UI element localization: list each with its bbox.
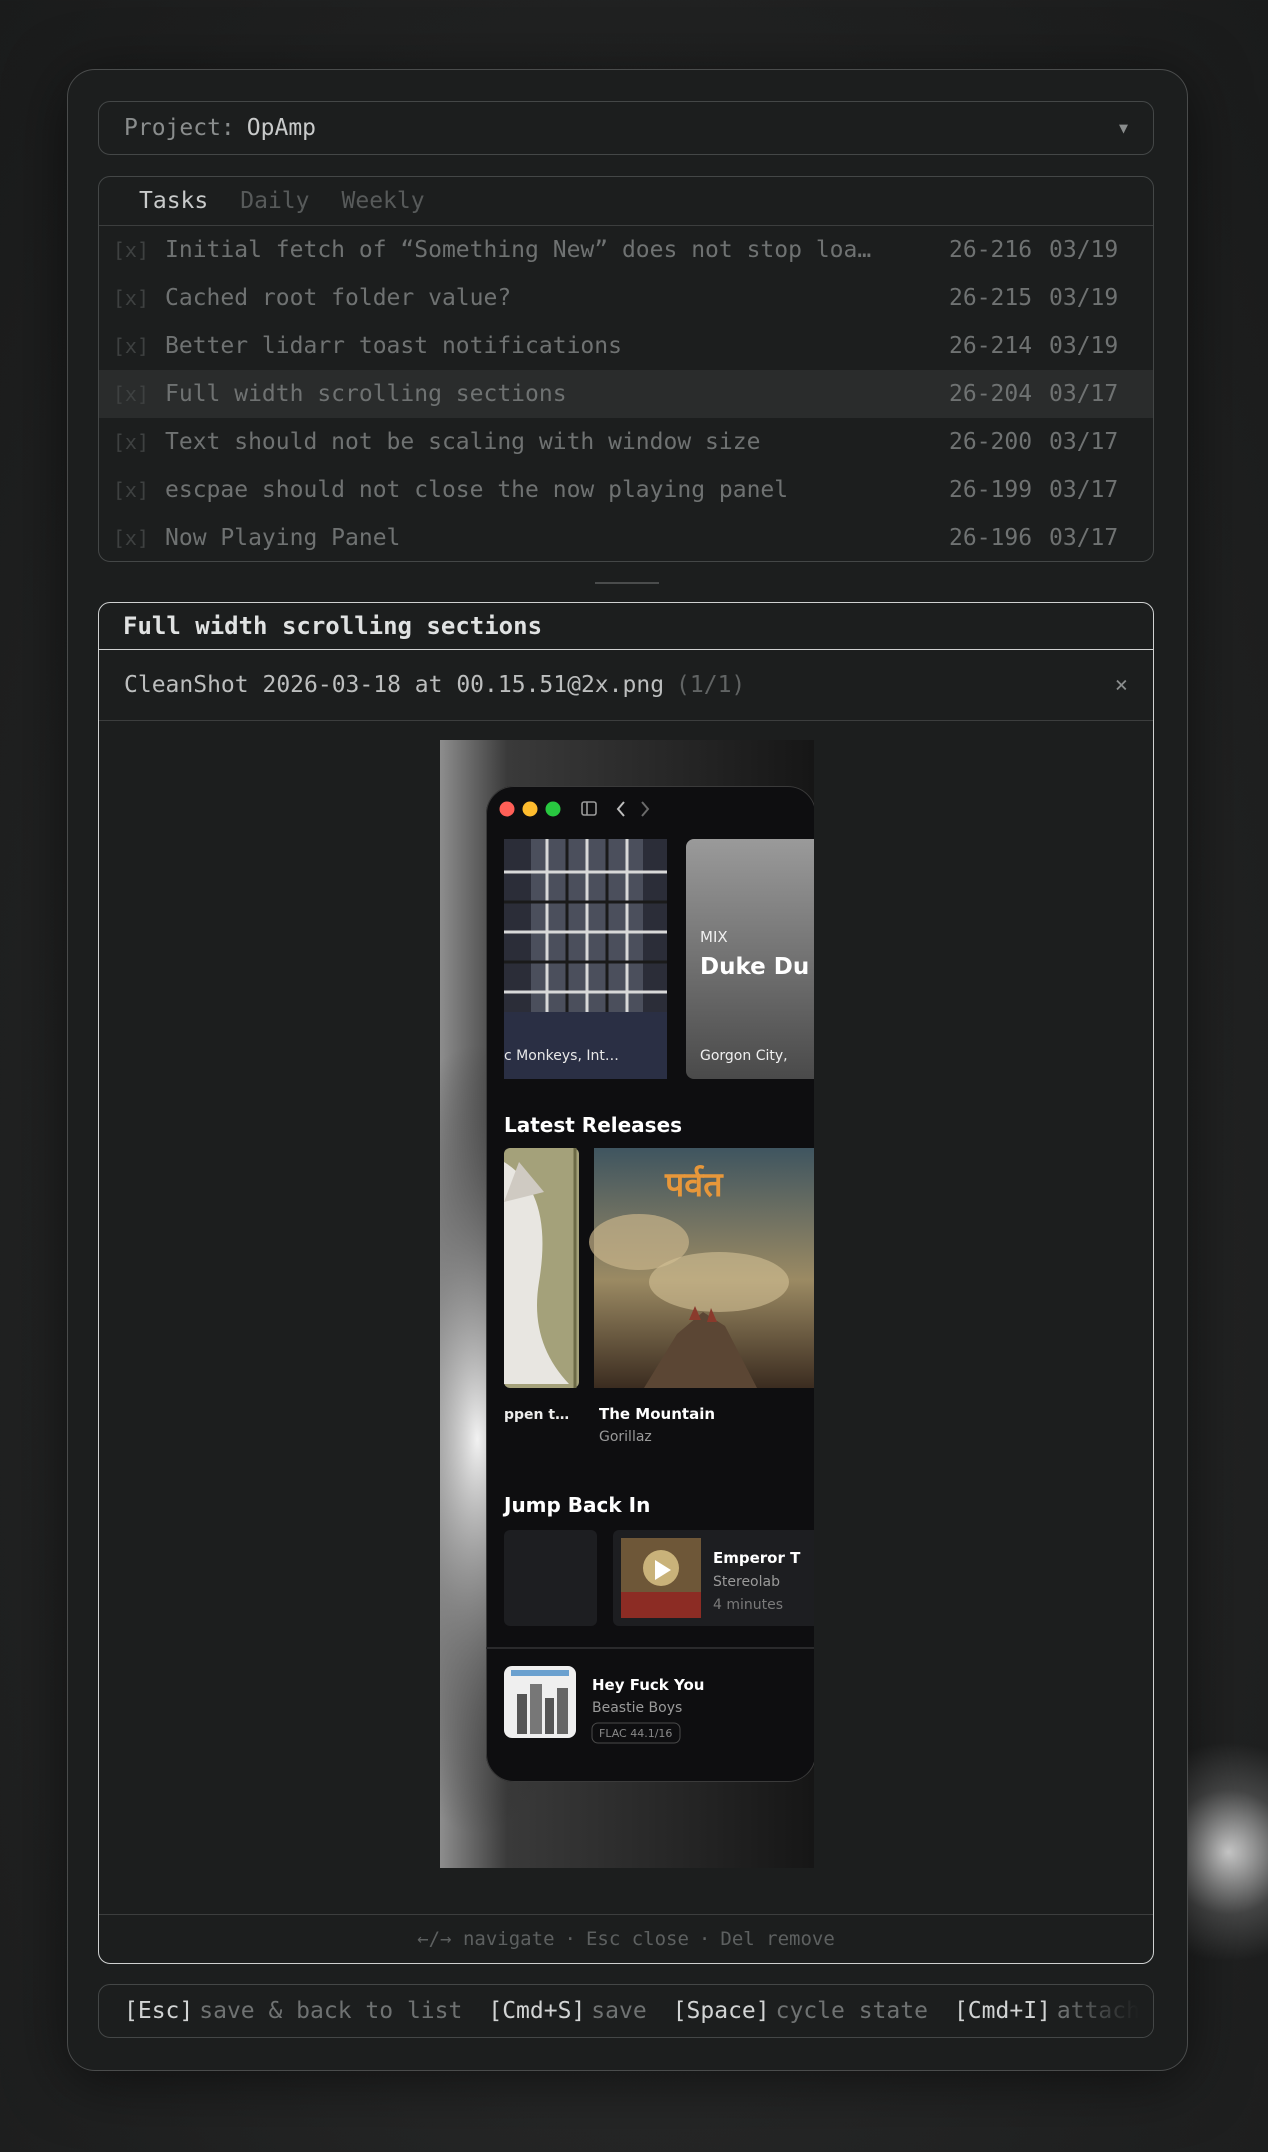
task-row[interactable]: [x] Better lidarr toast notifications 26… <box>99 322 1153 370</box>
task-title: Text should not be scaling with window s… <box>165 429 761 455</box>
task-id: 26-196 <box>949 525 1033 551</box>
task-date: 03/17 <box>1049 381 1119 407</box>
now-playing-artist: Beastie Boys <box>592 1700 682 1716</box>
project-value: OpAmp <box>246 115 317 141</box>
detail-panel: Full width scrolling sections CleanShot … <box>98 602 1154 1964</box>
task-row[interactable]: [x] Cached root folder value? 26-215 03/… <box>99 274 1153 322</box>
attachment-counter: (1/1) <box>676 672 746 698</box>
task-title: Cached root folder value? <box>165 285 512 311</box>
release-2-title: The Mountain <box>599 1405 715 1423</box>
tab-weekly[interactable]: Weekly <box>342 188 425 214</box>
task-checkbox[interactable]: [x] <box>99 238 165 262</box>
task-date: 03/19 <box>1049 237 1119 263</box>
keyboard-hint: ←/→ navigate · Esc close · Del remove <box>99 1914 1153 1963</box>
task-date: 03/17 <box>1049 525 1119 551</box>
task-date: 03/17 <box>1049 429 1119 455</box>
task-date: 03/19 <box>1049 333 1119 359</box>
tab-bar: Tasks Daily Weekly <box>99 177 1153 226</box>
attachment-preview: c Monkeys, Int… MIX Duke Du Gorgon City,… <box>99 722 1153 1912</box>
now-playing-title: Hey Fuck You <box>592 1676 704 1694</box>
album-art-text: पर्वत <box>664 1164 724 1205</box>
chevron-down-icon: ▼ <box>1118 119 1128 137</box>
task-row-selected[interactable]: [x] Full width scrolling sections 26-204… <box>99 370 1153 418</box>
task-id: 26-215 <box>949 285 1033 311</box>
task-id: 26-214 <box>949 333 1033 359</box>
tab-daily[interactable]: Daily <box>240 188 309 214</box>
jump-artist-text: Stereolab <box>713 1574 780 1590</box>
task-row[interactable]: [x] escpae should not close the now play… <box>99 466 1153 514</box>
attachment-filename: CleanShot 2026-03-18 at 00.15.51@2x.png <box>124 672 665 698</box>
release-2-artist: Gorillaz <box>599 1429 652 1445</box>
latest-releases-heading: Latest Releases <box>504 1113 682 1137</box>
hint-navigate: ←/→ navigate <box>417 1928 555 1950</box>
task-checkbox[interactable]: [x] <box>99 526 165 550</box>
tile-artists-text: c Monkeys, Int… <box>504 1048 619 1064</box>
screenshot-image: c Monkeys, Int… MIX Duke Du Gorgon City,… <box>440 740 847 1868</box>
overflow-fade <box>1063 1985 1153 2037</box>
task-title: escpae should not close the now playing … <box>165 477 789 503</box>
hint-separator: · <box>564 1928 576 1950</box>
task-checkbox[interactable]: [x] <box>99 334 165 358</box>
mix-title-text: Duke Du <box>700 954 809 980</box>
shortcut-save: [Cmd+S] save <box>488 1998 647 2024</box>
task-id: 26-204 <box>949 381 1033 407</box>
task-title: Full width scrolling sections <box>165 381 567 407</box>
app-window: Project: OpAmp ▼ Tasks Daily Weekly [x] … <box>67 69 1188 2071</box>
shortcut-bar: [Esc] save & back to list [Cmd+S] save [Sp… <box>98 1984 1154 2038</box>
mix-label-text: MIX <box>700 928 728 946</box>
task-checkbox[interactable]: [x] <box>99 430 165 454</box>
shortcut-cycle: [Space] cycle state <box>672 1998 928 2024</box>
hint-separator: · <box>698 1928 711 1950</box>
tab-tasks[interactable]: Tasks <box>139 188 208 214</box>
jump-time-text: 4 minutes <box>713 1597 783 1613</box>
task-title: Initial fetch of “Something New” does no… <box>165 237 872 263</box>
close-icon[interactable]: × <box>1115 673 1128 698</box>
task-id: 26-199 <box>949 477 1033 503</box>
task-date: 03/19 <box>1049 285 1119 311</box>
shortcut-esc: [Esc] save & back to list <box>124 1998 463 2024</box>
heart-icon <box>835 1680 847 1691</box>
task-date: 03/17 <box>1049 477 1119 503</box>
task-id: 26-200 <box>949 429 1033 455</box>
task-row[interactable]: [x] Now Playing Panel 26-196 03/17 <box>99 514 1153 561</box>
task-title: Better lidarr toast notifications <box>165 333 622 359</box>
task-row[interactable]: [x] Text should not be scaling with wind… <box>99 418 1153 466</box>
mix-artists-text: Gorgon City, <box>700 1048 788 1064</box>
task-checkbox[interactable]: [x] <box>99 478 165 502</box>
project-selector[interactable]: Project: OpAmp ▼ <box>98 101 1154 155</box>
hint-close: Esc close <box>585 1928 689 1950</box>
release-1-title: ppen t… <box>504 1407 569 1423</box>
task-id: 26-216 <box>949 237 1033 263</box>
attachment-header: CleanShot 2026-03-18 at 00.15.51@2x.png … <box>99 650 1153 721</box>
hint-remove: Del remove <box>720 1928 835 1950</box>
detail-title: Full width scrolling sections <box>99 603 1153 650</box>
jump-back-heading: Jump Back In <box>502 1493 650 1517</box>
task-title: Now Playing Panel <box>165 525 401 551</box>
task-row[interactable]: [x] Initial fetch of “Something New” doe… <box>99 226 1153 274</box>
format-badge: FLAC 44.1/16 <box>599 1727 672 1740</box>
task-checkbox[interactable]: [x] <box>99 286 165 310</box>
task-checkbox[interactable]: [x] <box>99 382 165 406</box>
task-panel: Tasks Daily Weekly [x] Initial fetch of … <box>98 176 1154 562</box>
jump-title-text: Emperor T <box>713 1549 801 1567</box>
split-handle[interactable] <box>595 582 659 584</box>
project-label: Project: <box>124 115 235 141</box>
